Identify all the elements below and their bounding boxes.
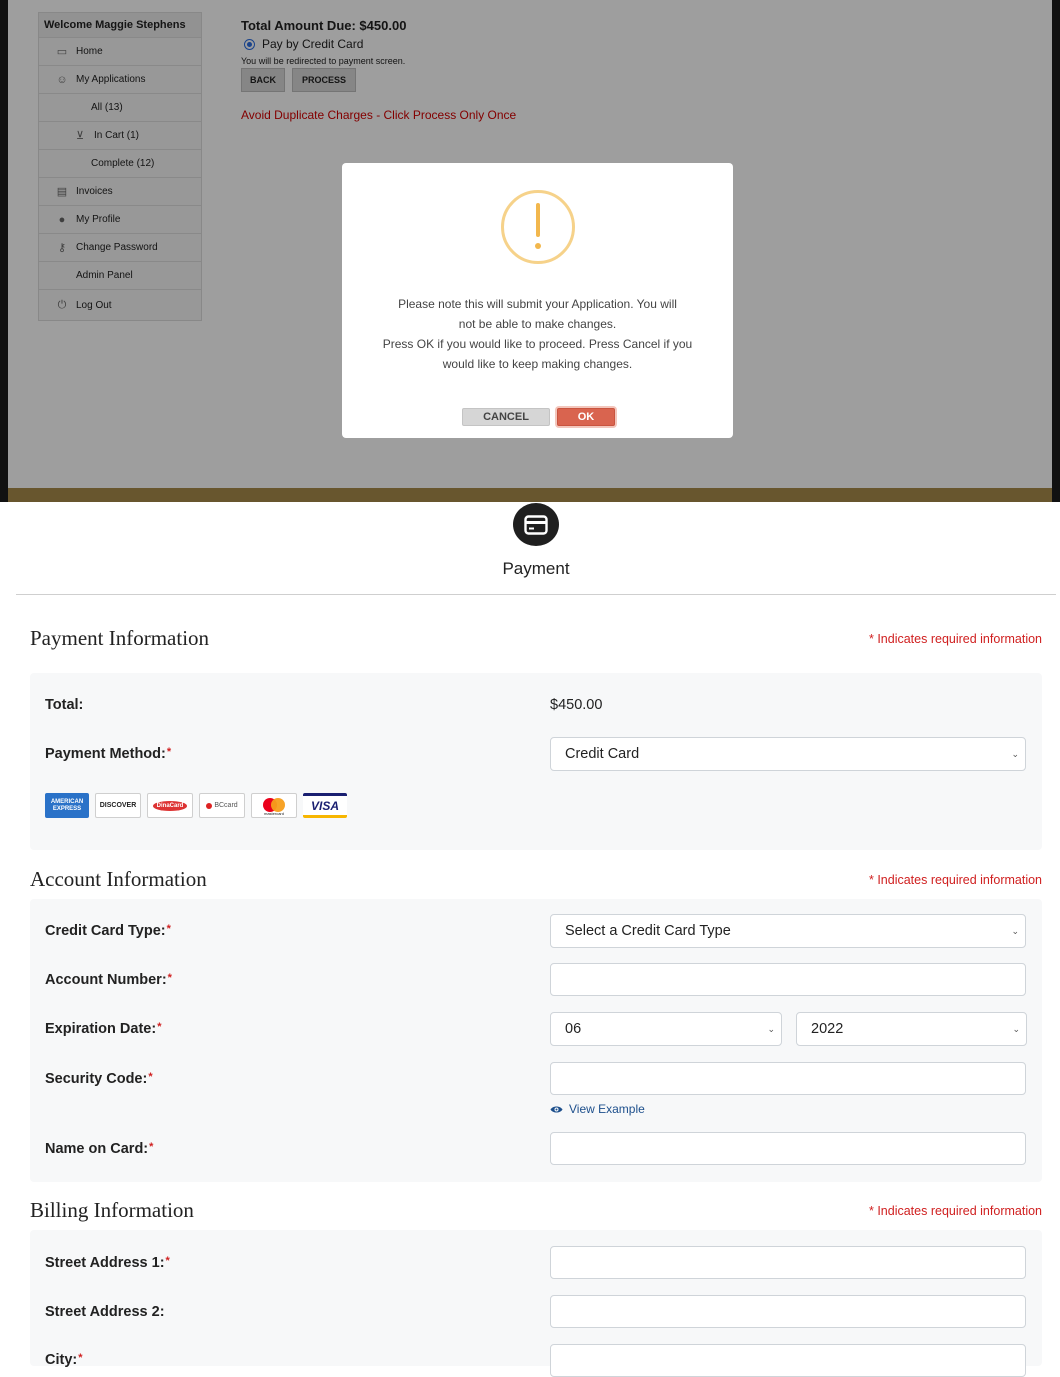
dinacard-logo: DinaCard <box>147 793 193 818</box>
amex-logo: AMERICAN EXPRESS <box>45 793 89 818</box>
street-address-1-input[interactable] <box>550 1246 1026 1279</box>
credit-card-icon <box>513 503 559 546</box>
confirm-dialog: Please note this will submit your Applic… <box>342 163 733 438</box>
section-title-account-information: Account Information <box>30 867 207 891</box>
selected-value: 2022 <box>811 1021 844 1037</box>
bccard-dot-icon <box>206 802 213 809</box>
label-text: Street Address 2: <box>45 1304 165 1320</box>
total-label: Total: <box>45 697 84 713</box>
credit-card-type-label: Credit Card Type:* <box>45 923 171 939</box>
chevron-down-icon: ⌄ <box>1011 926 1019 936</box>
required-star: * <box>165 1255 170 1267</box>
card-logo-text: VISA <box>310 798 339 813</box>
required-star: * <box>148 1071 153 1083</box>
security-code-label: Security Code:* <box>45 1071 153 1087</box>
label-text: Payment Method: <box>45 746 166 762</box>
background-application: Welcome Maggie Stephens ▭ Home ☺ My Appl… <box>0 0 1060 502</box>
cancel-button[interactable]: CANCEL <box>462 408 550 426</box>
card-logo-text: mastercard <box>263 811 284 816</box>
card-logo-text: DinaCard <box>152 800 188 811</box>
street-address-1-label: Street Address 1:* <box>45 1255 170 1271</box>
expiration-year-select[interactable]: 2022 ⌄ <box>796 1012 1027 1046</box>
required-star: * <box>167 972 172 984</box>
selected-value: 06 <box>565 1021 582 1037</box>
required-note: * Indicates required information <box>868 632 1042 646</box>
view-example-label: View Example <box>569 1102 645 1116</box>
payment-method-label: Payment Method:* <box>45 746 171 762</box>
visa-logo: VISA <box>303 793 347 818</box>
label-text: Account Number: <box>45 972 167 988</box>
security-code-input[interactable] <box>550 1062 1026 1095</box>
accepted-cards: AMERICAN EXPRESS DISCOVER DinaCard BCcar… <box>45 793 347 818</box>
label-text: Name on Card: <box>45 1141 149 1157</box>
header-divider <box>16 594 1056 595</box>
required-star: * <box>157 1021 162 1033</box>
selected-value: Credit Card <box>565 746 640 762</box>
expiration-month-select[interactable]: 06 ⌄ <box>550 1012 782 1046</box>
label-text: Expiration Date: <box>45 1021 157 1037</box>
chevron-down-icon: ⌄ <box>1012 1024 1020 1034</box>
dialog-line: would like to keep making changes. <box>442 357 633 371</box>
required-note: * Indicates required information <box>868 873 1042 887</box>
dialog-line: Press OK if you would like to proceed. P… <box>382 337 693 351</box>
section-title-billing-information: Billing Information <box>30 1198 194 1222</box>
eye-icon <box>550 1106 563 1112</box>
street-address-2-input[interactable] <box>550 1295 1026 1328</box>
selected-value: Select a Credit Card Type <box>565 923 731 939</box>
dialog-line: Please note this will submit your Applic… <box>398 297 677 311</box>
warning-icon <box>501 190 575 264</box>
bccard-logo: BCcard <box>199 793 245 818</box>
dialog-line: not be able to make changes. <box>458 317 617 331</box>
label-text: Security Code: <box>45 1071 148 1087</box>
dialog-message: Please note this will submit your Applic… <box>362 294 713 374</box>
account-number-label: Account Number:* <box>45 972 172 988</box>
required-note: * Indicates required information <box>868 1204 1042 1218</box>
required-star: * <box>166 923 171 935</box>
street-address-2-label: Street Address 2: <box>45 1304 165 1320</box>
label-text: Street Address 1: <box>45 1255 165 1271</box>
card-logo-text: AMERICAN EXPRESS <box>50 798 84 812</box>
card-logo-text: DISCOVER <box>99 802 137 809</box>
mastercard-logo: mastercard <box>251 793 297 818</box>
chevron-down-icon: ⌄ <box>1011 749 1019 759</box>
total-value: $450.00 <box>550 697 603 713</box>
view-example-link[interactable]: View Example <box>550 1102 645 1116</box>
chevron-down-icon: ⌄ <box>767 1024 775 1034</box>
name-on-card-label: Name on Card:* <box>45 1141 153 1157</box>
ok-button[interactable]: OK <box>557 408 615 426</box>
credit-card-type-select[interactable]: Select a Credit Card Type ⌄ <box>550 914 1026 948</box>
expiration-date-label: Expiration Date:* <box>45 1021 161 1037</box>
card-logo-text: BCcard <box>214 802 238 809</box>
required-star: * <box>78 1352 83 1364</box>
city-input[interactable] <box>550 1344 1026 1377</box>
account-number-input[interactable] <box>550 963 1026 996</box>
name-on-card-input[interactable] <box>550 1132 1026 1165</box>
required-star: * <box>166 746 172 758</box>
required-star: * <box>149 1141 154 1153</box>
section-title-payment-information: Payment Information <box>30 626 210 650</box>
label-text: Credit Card Type: <box>45 923 166 939</box>
payment-method-select[interactable]: Credit Card ⌄ <box>550 737 1026 771</box>
discover-logo: DISCOVER <box>95 793 141 818</box>
page-title: Payment <box>502 559 570 578</box>
